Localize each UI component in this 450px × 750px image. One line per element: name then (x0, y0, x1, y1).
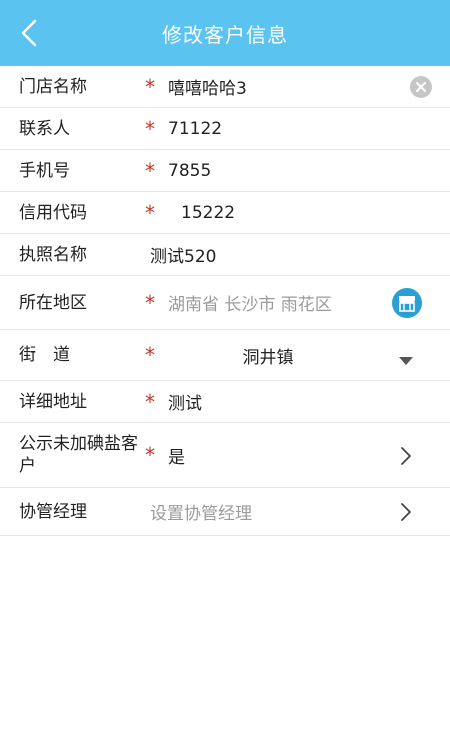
row-phone: 手机号 * (0, 150, 450, 192)
label-contact: 联系人 (19, 118, 70, 139)
street-select[interactable]: 洞井镇 (168, 343, 368, 368)
label-phone: 手机号 (19, 160, 70, 181)
row-store-name: 门店名称 * (0, 66, 450, 108)
region-value[interactable]: 湖南省 长沙市 雨花区 (168, 290, 398, 315)
chevron-right-icon (401, 447, 411, 465)
required-mark: * (145, 389, 155, 414)
label-publicity: 公示未加碘盐客户 (19, 434, 138, 476)
row-contact: 联系人 * (0, 108, 450, 150)
label-license-name: 执照名称 (19, 244, 87, 265)
publicity-chevron[interactable] (400, 446, 412, 470)
page-title: 修改客户信息 (162, 22, 288, 47)
required-mark: * (145, 343, 155, 367)
caret-down-icon (399, 357, 413, 365)
store-icon (392, 288, 422, 318)
row-address: 详细地址 * (0, 381, 450, 423)
row-street[interactable]: 街 道 * 洞井镇 (0, 330, 450, 381)
map-picker-button[interactable] (392, 288, 422, 322)
street-dropdown-toggle[interactable] (399, 351, 413, 370)
required-mark: * (145, 116, 155, 141)
row-publicity[interactable]: 公示未加碘盐客户 * 是 (0, 423, 450, 488)
chevron-left-icon (21, 19, 37, 47)
label-credit-code: 信用代码 (19, 202, 87, 223)
row-license-name: 执照名称 (0, 234, 450, 276)
required-mark: * (145, 200, 155, 225)
row-manager[interactable]: 协管经理 设置协管经理 (0, 488, 450, 536)
label-manager: 协管经理 (19, 501, 87, 522)
manager-placeholder[interactable]: 设置协管经理 (150, 499, 380, 524)
credit-code-input[interactable] (181, 202, 411, 223)
row-credit-code: 信用代码 * (0, 192, 450, 234)
required-mark: * (145, 443, 155, 467)
row-region[interactable]: 所在地区 * 湖南省 长沙市 雨花区 (0, 276, 450, 330)
required-mark: * (145, 74, 155, 99)
contact-input[interactable] (168, 118, 398, 139)
required-mark: * (145, 158, 155, 183)
publicity-value[interactable]: 是 (168, 443, 398, 468)
address-input[interactable] (168, 391, 398, 412)
required-mark: * (145, 290, 155, 315)
license-name-input[interactable] (150, 244, 380, 265)
label-store-name: 门店名称 (19, 76, 87, 97)
label-region: 所在地区 (19, 292, 87, 313)
label-address: 详细地址 (19, 391, 87, 412)
clear-icon (410, 76, 432, 98)
back-button[interactable] (6, 8, 52, 58)
phone-input[interactable] (168, 160, 398, 181)
manager-chevron[interactable] (400, 502, 412, 526)
label-street: 街 道 (19, 345, 70, 365)
app-header: 修改客户信息 (0, 0, 450, 66)
clear-button[interactable] (410, 76, 432, 102)
chevron-right-icon (401, 503, 411, 521)
store-name-input[interactable] (168, 76, 398, 97)
